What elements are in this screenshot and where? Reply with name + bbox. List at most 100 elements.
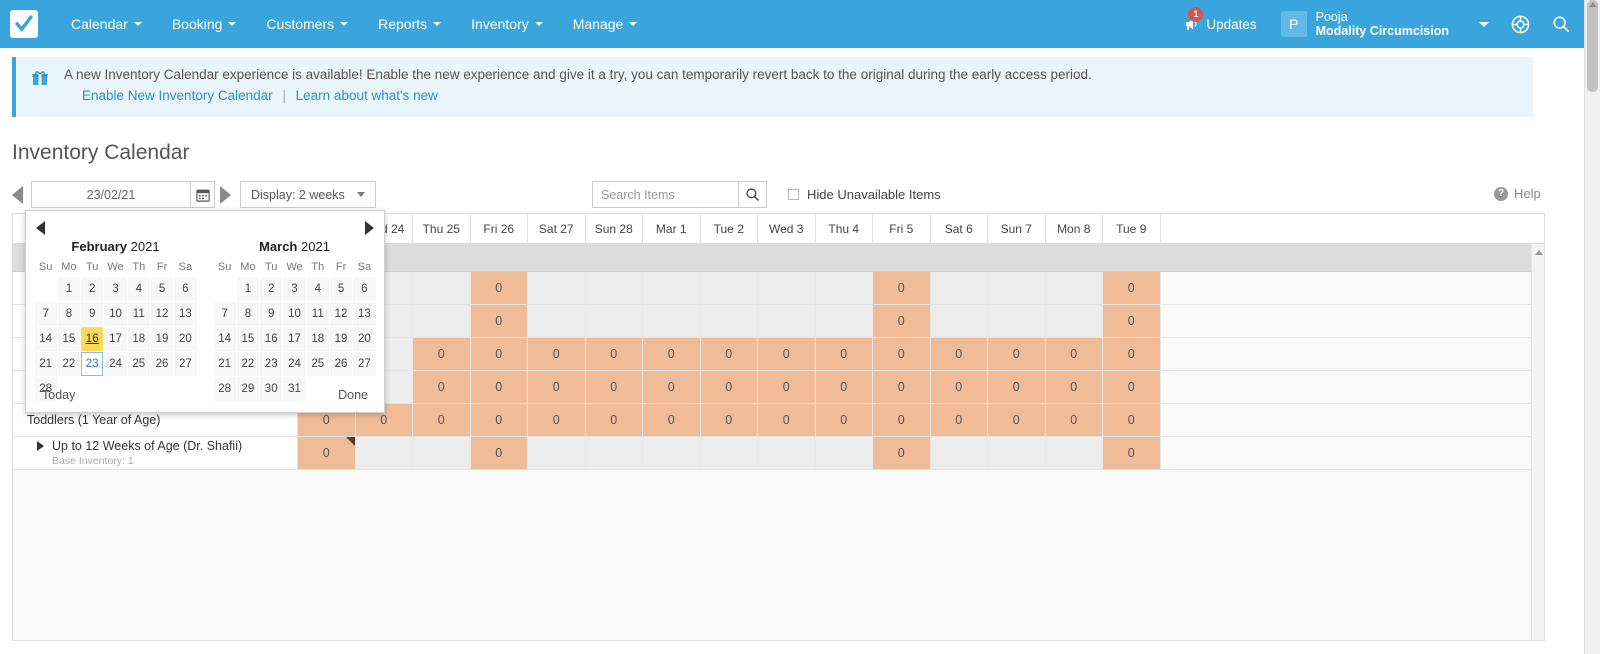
scroll-up-arrow-icon[interactable] <box>1589 2 1597 7</box>
inventory-cell[interactable]: 0 <box>873 272 931 304</box>
date-cell[interactable]: 1 <box>236 276 260 301</box>
app-logo[interactable] <box>10 10 38 38</box>
hide-unavailable-items-checkbox[interactable]: Hide Unavailable Items <box>788 187 941 202</box>
calendar-picker-button[interactable] <box>191 181 215 208</box>
date-cell[interactable]: 16 <box>81 326 104 351</box>
inventory-cell[interactable] <box>585 272 643 304</box>
inventory-cell[interactable] <box>700 305 758 337</box>
date-cell[interactable]: 3 <box>283 276 306 301</box>
inventory-cell[interactable] <box>930 437 988 469</box>
inventory-cell[interactable]: 0 <box>470 272 528 304</box>
inventory-cell[interactable] <box>643 437 701 469</box>
date-cell[interactable]: 26 <box>329 351 353 376</box>
inventory-cell[interactable]: 0 <box>700 404 758 436</box>
nav-item-inventory[interactable]: Inventory <box>456 0 558 48</box>
inventory-cell[interactable]: 0 <box>930 404 988 436</box>
inventory-cell[interactable]: 0 <box>470 404 528 436</box>
inventory-cell[interactable]: 0 <box>413 404 471 436</box>
inventory-cell[interactable] <box>413 437 471 469</box>
inventory-cell[interactable]: 0 <box>873 305 931 337</box>
date-cell[interactable]: 6 <box>174 276 197 301</box>
nav-item-reports[interactable]: Reports <box>363 0 456 48</box>
inventory-cell[interactable]: 0 <box>873 371 931 403</box>
date-cell[interactable]: 14 <box>213 326 236 351</box>
date-cell[interactable]: 20 <box>174 326 197 351</box>
date-cell[interactable]: 8 <box>57 301 81 326</box>
inventory-cell[interactable] <box>815 305 873 337</box>
date-cell[interactable]: 22 <box>57 351 81 376</box>
inventory-cell[interactable]: 0 <box>298 437 356 469</box>
date-cell[interactable]: 25 <box>306 351 329 376</box>
search-icon[interactable] <box>1552 15 1570 33</box>
inventory-cell[interactable] <box>988 305 1046 337</box>
inventory-cell[interactable] <box>1045 305 1103 337</box>
inventory-cell[interactable]: 0 <box>758 338 816 370</box>
date-cell[interactable]: 27 <box>353 351 376 376</box>
inventory-cell[interactable]: 0 <box>470 338 528 370</box>
date-cell[interactable]: 10 <box>283 301 306 326</box>
done-button[interactable]: Done <box>338 388 368 402</box>
date-cell[interactable]: 24 <box>104 351 127 376</box>
date-cell[interactable]: 21 <box>34 351 57 376</box>
date-cell[interactable]: 13 <box>174 301 197 326</box>
inventory-cell[interactable]: 0 <box>758 404 816 436</box>
inventory-cell[interactable] <box>700 437 758 469</box>
date-cell[interactable]: 9 <box>260 301 283 326</box>
page-scrollbar-thumb[interactable] <box>1587 0 1598 92</box>
inventory-cell[interactable] <box>643 272 701 304</box>
prev-period-button[interactable] <box>12 186 23 204</box>
inventory-cell[interactable] <box>413 305 471 337</box>
inventory-cell[interactable]: 0 <box>700 371 758 403</box>
date-input[interactable] <box>32 182 190 207</box>
inventory-cell[interactable] <box>988 272 1046 304</box>
inventory-cell[interactable]: 0 <box>470 305 528 337</box>
inventory-cell[interactable] <box>758 437 816 469</box>
date-cell[interactable]: 15 <box>236 326 260 351</box>
date-cell[interactable]: 10 <box>104 301 127 326</box>
date-cell[interactable]: 18 <box>306 326 329 351</box>
inventory-cell[interactable] <box>930 305 988 337</box>
inventory-cell[interactable]: 0 <box>643 404 701 436</box>
inventory-cell[interactable]: 0 <box>528 371 586 403</box>
date-cell[interactable]: 17 <box>104 326 127 351</box>
date-cell[interactable]: 21 <box>213 351 236 376</box>
inventory-cell[interactable]: 0 <box>528 404 586 436</box>
date-cell[interactable]: 5 <box>150 276 174 301</box>
next-month-arrow[interactable] <box>365 221 374 235</box>
date-cell[interactable]: 14 <box>34 326 57 351</box>
inventory-cell[interactable] <box>585 305 643 337</box>
search-input-wrapper[interactable] <box>592 181 739 208</box>
date-cell[interactable]: 8 <box>236 301 260 326</box>
inventory-cell[interactable]: 0 <box>470 437 528 469</box>
inventory-cell[interactable]: 0 <box>873 338 931 370</box>
inventory-cell[interactable]: 0 <box>1103 272 1161 304</box>
inventory-cell[interactable] <box>758 272 816 304</box>
inventory-cell[interactable]: 0 <box>758 371 816 403</box>
lifebuoy-icon[interactable] <box>1511 15 1530 34</box>
help-link[interactable]: ? Help <box>1494 186 1541 201</box>
date-cell[interactable]: 22 <box>236 351 260 376</box>
inventory-cell[interactable] <box>528 272 586 304</box>
inventory-cell[interactable]: 0 <box>1045 371 1103 403</box>
date-cell[interactable]: 13 <box>353 301 376 326</box>
inventory-cell[interactable]: 0 <box>873 437 931 469</box>
triangle-right-icon[interactable] <box>37 441 44 451</box>
date-cell[interactable]: 19 <box>150 326 174 351</box>
avatar[interactable]: P <box>1280 11 1307 37</box>
date-cell[interactable]: 19 <box>329 326 353 351</box>
date-cell[interactable]: 16 <box>260 326 283 351</box>
inventory-cell[interactable] <box>1045 272 1103 304</box>
date-cell[interactable]: 20 <box>353 326 376 351</box>
inventory-cell[interactable] <box>413 272 471 304</box>
inventory-cell[interactable] <box>355 437 413 469</box>
date-cell[interactable]: 11 <box>127 301 150 326</box>
inventory-cell[interactable]: 0 <box>815 371 873 403</box>
inventory-cell[interactable]: 0 <box>873 404 931 436</box>
inventory-cell[interactable]: 0 <box>470 371 528 403</box>
inventory-cell[interactable]: 0 <box>815 404 873 436</box>
inventory-cell[interactable] <box>988 437 1046 469</box>
date-cell[interactable]: 15 <box>57 326 81 351</box>
inventory-cell[interactable]: 0 <box>930 371 988 403</box>
inventory-cell[interactable]: 0 <box>643 371 701 403</box>
inventory-cell[interactable]: 0 <box>1045 404 1103 436</box>
